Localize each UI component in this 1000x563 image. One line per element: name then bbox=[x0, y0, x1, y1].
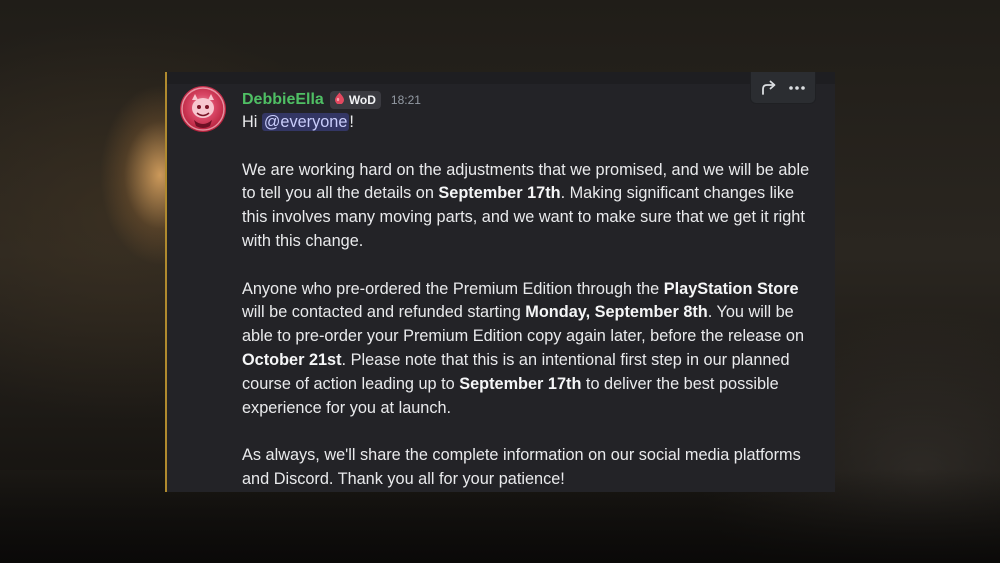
guild-tag-badge[interactable]: WoD bbox=[329, 91, 381, 109]
paragraph-2: Anyone who pre-ordered the Premium Editi… bbox=[242, 279, 805, 417]
more-options-icon[interactable] bbox=[785, 76, 809, 100]
forward-arrow-icon[interactable] bbox=[757, 76, 781, 100]
message-timestamp[interactable]: 18:21 bbox=[391, 93, 421, 107]
message-content: Hi @everyone! We are working hard on the… bbox=[242, 111, 817, 492]
paragraph-1: We are working hard on the adjustments t… bbox=[242, 160, 810, 250]
discord-message-card: DebbieElla WoD 18:21 Hi @everyone! We ar… bbox=[165, 72, 835, 492]
greeting-line: Hi @everyone! bbox=[242, 113, 354, 131]
author-username[interactable]: DebbieElla bbox=[242, 91, 324, 109]
blood-drop-icon bbox=[334, 91, 345, 109]
paragraph-3: As always, we'll share the complete info… bbox=[242, 446, 801, 488]
everyone-mention[interactable]: @everyone bbox=[261, 113, 350, 131]
message-header: DebbieElla WoD 18:21 bbox=[242, 89, 421, 111]
avatar[interactable] bbox=[180, 86, 226, 132]
guild-tag-label: WoD bbox=[348, 93, 376, 107]
card-top-edge bbox=[167, 72, 835, 84]
message-actions-bar bbox=[750, 72, 816, 104]
